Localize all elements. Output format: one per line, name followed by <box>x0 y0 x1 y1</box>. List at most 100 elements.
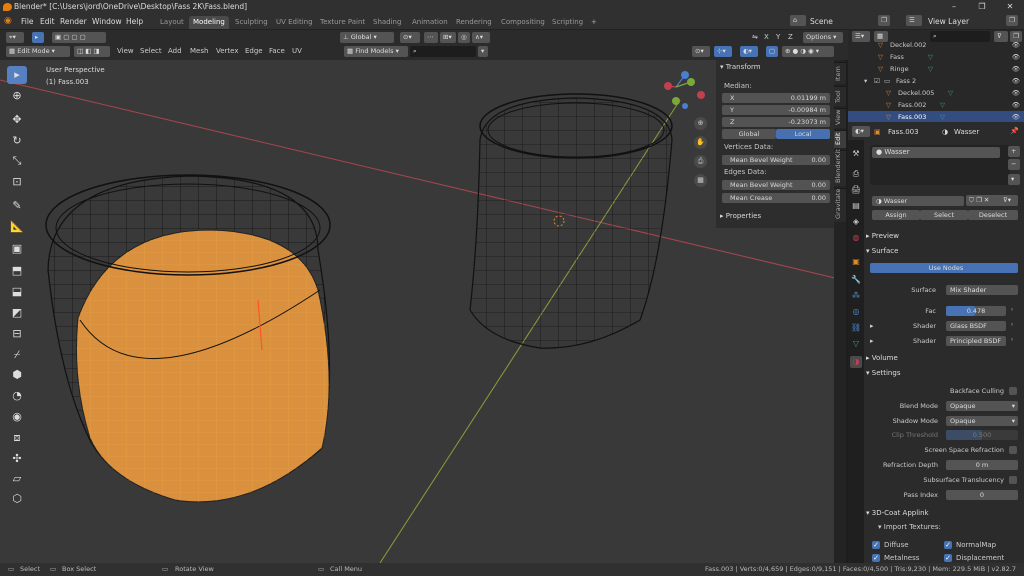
tab-item[interactable]: Item <box>834 62 846 84</box>
median-y-field[interactable]: Y -0.00984 m <box>722 105 830 115</box>
clip-threshold-field[interactable]: 0.500 <box>946 430 1018 440</box>
pan-hand-icon[interactable]: ✋ <box>694 136 707 149</box>
proportional-icon[interactable]: ◎ <box>458 32 470 43</box>
eye-icon[interactable]: 👁 <box>1012 63 1020 75</box>
displacement-checkbox[interactable]: ✓ <box>944 554 952 562</box>
remove-slot-icon[interactable]: − <box>1008 159 1020 170</box>
outliner-row[interactable]: ▾ ☑ ▭ Fass 2 👁 <box>848 75 1024 87</box>
minimize-icon[interactable]: – <box>940 0 968 14</box>
surface-panel-header[interactable]: ▾ Surface <box>866 245 1022 257</box>
tab-gravitate[interactable]: Gravitate <box>834 188 846 222</box>
median-z-field[interactable]: Z -0.23073 m <box>722 117 830 127</box>
shader-2-field[interactable]: Principled BSDF <box>946 336 1006 346</box>
output-tab-icon[interactable]: 🖨 <box>850 184 862 196</box>
barrel-right-mesh[interactable] <box>469 93 673 349</box>
tab-tool[interactable]: Tool <box>834 86 846 106</box>
move-icon[interactable]: ✥ <box>7 111 27 129</box>
eye-icon[interactable]: 👁 <box>1012 75 1020 87</box>
scene-name[interactable]: Scene <box>810 17 833 26</box>
xray-icon[interactable]: ▢ <box>766 46 778 57</box>
applink-panel-header[interactable]: ▾ 3D-Coat Applink <box>866 507 1022 519</box>
expand-shader-1-icon[interactable]: ▸ <box>870 322 874 330</box>
blend-mode-select[interactable]: Opaque ▾ <box>946 401 1018 411</box>
tab-edit[interactable]: Edit <box>834 130 846 148</box>
tab-blenderkit[interactable]: BlenderKit <box>834 149 846 186</box>
measure-icon[interactable]: 📐 <box>7 218 27 236</box>
view-layer-name[interactable]: View Layer <box>928 17 969 26</box>
menu-file[interactable]: File <box>21 17 34 26</box>
rip-icon[interactable]: ⬡ <box>7 490 27 508</box>
modifier-tab-icon[interactable]: 🔧 <box>850 274 862 286</box>
gizmo-icon[interactable]: ⊹▾ <box>714 46 732 57</box>
axis-z[interactable]: Z <box>788 33 793 41</box>
socket-icon[interactable]: ◦ <box>1010 321 1014 329</box>
properties-header[interactable]: ▸ Properties <box>720 212 761 220</box>
menu-add[interactable]: Add <box>168 47 182 55</box>
axis-y[interactable]: Y <box>776 33 780 41</box>
world-tab-icon[interactable]: ◍ <box>850 232 862 244</box>
eye-icon[interactable]: 👁 <box>1012 87 1020 99</box>
particles-tab-icon[interactable]: ⁂ <box>850 290 862 302</box>
tab-texture-paint[interactable]: Texture Paint <box>316 16 369 29</box>
falloff-icon[interactable]: ∧▾ <box>472 32 490 43</box>
menu-window[interactable]: Window <box>92 17 122 26</box>
barrel-left-mesh[interactable] <box>45 174 331 503</box>
tab-scripting[interactable]: Scripting <box>548 16 587 29</box>
add-slot-icon[interactable]: + <box>1008 146 1020 157</box>
transform-header[interactable]: ▾ Transform <box>720 63 761 71</box>
tab-compositing[interactable]: Compositing <box>497 16 549 29</box>
cursor-icon[interactable]: ⊕ <box>7 87 27 105</box>
outliner-row[interactable]: ▽ Fass ▽ 👁 <box>848 51 1024 63</box>
tab-animation[interactable]: Animation <box>408 16 452 29</box>
selection-mode-group[interactable]: ▣ ▢ ▢ ▢ <box>52 32 106 43</box>
sst-checkbox[interactable] <box>1009 476 1017 484</box>
properties-editor-icon[interactable]: ◐▾ <box>852 126 870 137</box>
expand-shader-2-icon[interactable]: ▸ <box>870 337 874 345</box>
editor-type-icon[interactable]: ⌖▾ <box>6 32 24 43</box>
diffuse-checkbox[interactable]: ✓ <box>872 541 880 549</box>
checkbox-icon[interactable]: ☑ <box>874 75 880 87</box>
camera-icon[interactable]: ⎙ <box>694 155 707 168</box>
shading-buttons[interactable]: ⊕ ● ◑ ◉ ▾ <box>782 46 834 57</box>
options-dropdown[interactable]: Options ▾ <box>803 32 843 43</box>
material-selector[interactable]: ◑ Wasser <box>872 196 964 206</box>
maximize-icon[interactable]: ❐ <box>968 0 996 14</box>
menu-face[interactable]: Face <box>269 47 285 55</box>
add-cube-icon[interactable]: ▣ <box>7 240 27 258</box>
pin-icon[interactable]: 📌 <box>1010 127 1019 135</box>
shrink-icon[interactable]: ✣ <box>7 450 27 468</box>
view-layer-tab-icon[interactable]: ▤ <box>850 200 862 212</box>
scene-tab-icon[interactable]: ◈ <box>850 216 862 228</box>
normalmap-checkbox[interactable]: ✓ <box>944 541 952 549</box>
assign-button[interactable]: Assign <box>872 210 920 220</box>
extrude-icon[interactable]: ⬒ <box>7 262 27 280</box>
slot-menu-icon[interactable]: ▾ <box>1008 174 1020 185</box>
blender-menu-icon[interactable]: ◉ <box>4 16 16 28</box>
tab-uv-editing[interactable]: UV Editing <box>272 16 317 29</box>
local-toggle[interactable]: Local <box>776 129 830 139</box>
menu-help[interactable]: Help <box>126 17 143 26</box>
preview-panel-header[interactable]: ▸ Preview <box>866 230 1022 242</box>
menu-edge[interactable]: Edge <box>245 47 263 55</box>
tab-modeling[interactable]: Modeling <box>189 16 229 29</box>
loop-cut-icon[interactable]: ⊟ <box>7 325 27 343</box>
smooth-icon[interactable]: ◉ <box>7 408 27 426</box>
view-layer-icon[interactable]: ☰ <box>906 15 922 26</box>
eye-icon[interactable]: 👁 <box>1012 39 1020 51</box>
find-models-button[interactable]: ▦ Find Models ▾ <box>344 46 408 57</box>
metalness-checkbox[interactable]: ✓ <box>872 554 880 562</box>
eye-icon[interactable]: 👁 <box>1012 51 1020 63</box>
select-tool-icon[interactable]: ▸ <box>32 32 44 43</box>
tab-layout[interactable]: Layout <box>156 16 188 29</box>
visibility-icon[interactable]: ⊙▾ <box>692 46 710 57</box>
pass-index-field[interactable]: 0 <box>946 490 1018 500</box>
poly-build-icon[interactable]: ⬢ <box>7 366 27 384</box>
transform-orientation-select[interactable]: ⊥ Global ▾ <box>340 32 394 43</box>
knife-icon[interactable]: ⌿ <box>7 346 27 364</box>
outliner-row[interactable]: ▽ Ringe ▽ 👁 <box>848 63 1024 75</box>
ssr-checkbox[interactable] <box>1009 446 1017 454</box>
socket-icon[interactable]: ◦ <box>1010 306 1014 314</box>
shader-1-field[interactable]: Glass BSDF <box>946 321 1006 331</box>
surface-shader-field[interactable]: Mix Shader <box>946 285 1018 295</box>
settings-panel-header[interactable]: ▾ Settings <box>866 367 1022 379</box>
